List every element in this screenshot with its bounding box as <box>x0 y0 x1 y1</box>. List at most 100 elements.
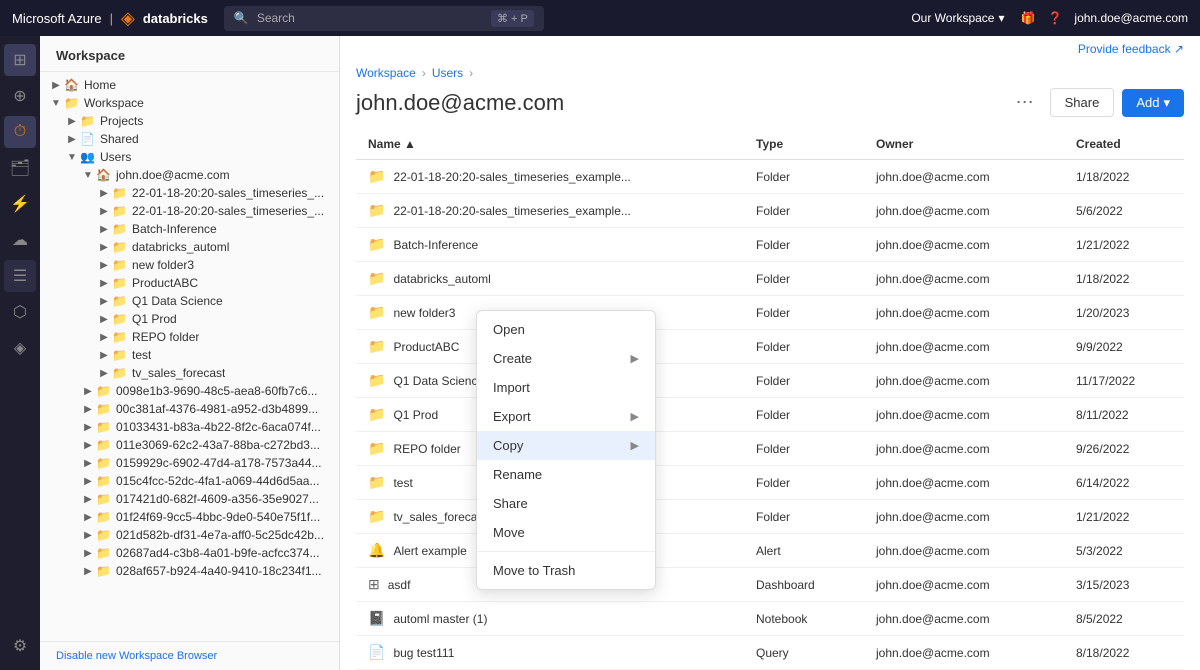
cell-name: 📁 22-01-18-20:20-sales_timeseries_exampl… <box>356 194 744 228</box>
databricks-label: databricks <box>143 11 208 26</box>
cell-created: 1/18/2022 <box>1064 160 1184 194</box>
sidebar-guid-2[interactable]: ▶ 📁 01033431-b83a-4b22-8f2c-6aca074f... <box>40 418 339 436</box>
recents-nav-item[interactable]: ⏱ <box>4 116 36 148</box>
expand-arrow: ▶ <box>64 134 80 145</box>
cell-created: 9/26/2022 <box>1064 432 1184 466</box>
folder-icon: 📁 <box>112 186 128 200</box>
cell-created: 3/15/2023 <box>1064 568 1184 602</box>
sidebar-guid-6[interactable]: ▶ 📁 017421d0-682f-4609-a356-35e9027... <box>40 490 339 508</box>
sidebar-item-shared[interactable]: ▶ 📄 Shared <box>40 130 339 148</box>
sidebar-folder-3[interactable]: ▶ 📁 databricks_automl <box>40 238 339 256</box>
context-menu-export[interactable]: Export ▶ <box>477 402 655 431</box>
file-name-label: Q1 Data Science <box>393 374 484 388</box>
sidebar-folder-5[interactable]: ▶ 📁 ProductABC <box>40 274 339 292</box>
sidebar-item-home[interactable]: ▶ 🏠 Home <box>40 76 339 94</box>
folder-icon: 📁 <box>96 564 112 578</box>
sidebar-folder-4[interactable]: ▶ 📁 new folder3 <box>40 256 339 274</box>
data-nav-item[interactable]: 🗂 <box>4 152 36 184</box>
sidebar-folder-7[interactable]: ▶ 📁 Q1 Prod <box>40 310 339 328</box>
disable-browser-label: Disable new Workspace Browser <box>56 650 217 662</box>
sidebar-guid-10[interactable]: ▶ 📁 028af657-b924-4a40-9410-18c234f1... <box>40 562 339 580</box>
folder-icon: 📁 <box>96 546 112 560</box>
search-bar[interactable]: 🔍 Search ⌘ + P <box>224 6 544 31</box>
folder-label: tv_sales_forecast <box>132 366 225 380</box>
share-button[interactable]: Share <box>1050 88 1115 117</box>
expand-arrow: ▶ <box>64 116 80 127</box>
help-icon[interactable]: ❓ <box>1047 11 1062 25</box>
workspace-switcher[interactable]: Our Workspace ▾ <box>911 11 1004 25</box>
cell-owner: john.doe@acme.com <box>864 228 1064 262</box>
sidebar-folder-1[interactable]: ▶ 📁 22-01-18-20:20-sales_timeseries_... <box>40 202 339 220</box>
sidebar-folder-10[interactable]: ▶ 📁 tv_sales_forecast <box>40 364 339 382</box>
add-button[interactable]: Add ▾ <box>1122 89 1184 117</box>
col-created[interactable]: Created <box>1064 129 1184 160</box>
sidebar-item-projects[interactable]: ▶ 📁 Projects <box>40 112 339 130</box>
context-menu-import[interactable]: Import <box>477 373 655 402</box>
query-icon: 📄 <box>368 644 385 661</box>
sidebar-guid-0[interactable]: ▶ 📁 0098e1b3-9690-48c5-aea8-60fb7c6... <box>40 382 339 400</box>
workflows-nav-item[interactable]: ⚡ <box>4 188 36 220</box>
files-table-container: Name ▲ Type Owner Created 📁 22-01-18-20:… <box>340 129 1200 670</box>
table-row[interactable]: 📄 bug test111 Query john.doe@acme.com 8/… <box>356 636 1184 670</box>
sidebar-guid-1[interactable]: ▶ 📁 00c381af-4376-4981-a952-d3b4899... <box>40 400 339 418</box>
sidebar-guid-7[interactable]: ▶ 📁 01f24f69-9cc5-4bbc-9de0-540e75f1f... <box>40 508 339 526</box>
table-row[interactable]: 📁 Batch-Inference Folder john.doe@acme.c… <box>356 228 1184 262</box>
sidebar-item-user-home[interactable]: ▼ 🏠 john.doe@acme.com <box>40 166 339 184</box>
sidebar-folder-0[interactable]: ▶ 📁 22-01-18-20:20-sales_timeseries_... <box>40 184 339 202</box>
context-copy-label: Copy <box>493 438 523 453</box>
sidebar-folder-2[interactable]: ▶ 📁 Batch-Inference <box>40 220 339 238</box>
col-owner[interactable]: Owner <box>864 129 1064 160</box>
page-title: john.doe@acme.com <box>356 90 1000 116</box>
expand-arrow: ▶ <box>96 368 112 379</box>
search-nav-item[interactable]: ⊕ <box>4 80 36 112</box>
compute-nav-item[interactable]: ☁ <box>4 224 36 256</box>
context-menu-trash[interactable]: Move to Trash <box>477 556 655 585</box>
cell-created: 11/17/2022 <box>1064 364 1184 398</box>
sidebar-item-workspace[interactable]: ▼ 📁 Workspace <box>40 94 339 112</box>
sidebar-folder-8[interactable]: ▶ 📁 REPO folder <box>40 328 339 346</box>
workspace-nav-item[interactable]: ⊞ <box>4 44 36 76</box>
header-actions: Share Add ▾ <box>1050 88 1184 117</box>
table-row[interactable]: 📁 22-01-18-20:20-sales_timeseries_exampl… <box>356 160 1184 194</box>
context-menu-open[interactable]: Open <box>477 315 655 344</box>
sidebar-guid-8[interactable]: ▶ 📁 021d582b-df31-4e7a-aff0-5c25dc42b... <box>40 526 339 544</box>
col-name[interactable]: Name ▲ <box>356 129 744 160</box>
context-menu-copy[interactable]: Copy ▶ <box>477 431 655 460</box>
settings-nav-item[interactable]: ⚙ <box>4 630 36 662</box>
context-menu: Open Create ▶ Import Export ▶ Copy ▶ Ren… <box>476 310 656 590</box>
gift-icon[interactable]: 🎁 <box>1021 11 1036 25</box>
context-menu-move[interactable]: Move <box>477 518 655 547</box>
expand-arrow: ▶ <box>96 278 112 289</box>
expand-arrow: ▶ <box>80 386 96 397</box>
context-export-label: Export <box>493 409 531 424</box>
breadcrumb-users[interactable]: Users <box>432 66 463 80</box>
context-menu-share[interactable]: Share <box>477 489 655 518</box>
sidebar-guid-3[interactable]: ▶ 📁 011e3069-62c2-43a7-88ba-c272bd3... <box>40 436 339 454</box>
context-open-label: Open <box>493 322 525 337</box>
user-email[interactable]: john.doe@acme.com <box>1074 11 1188 25</box>
sidebar-folder-9[interactable]: ▶ 📁 test <box>40 346 339 364</box>
cell-type: Folder <box>744 194 864 228</box>
cell-type: Folder <box>744 466 864 500</box>
breadcrumb-workspace[interactable]: Workspace <box>356 66 416 80</box>
sidebar-folder-6[interactable]: ▶ 📁 Q1 Data Science <box>40 292 339 310</box>
sidebar-guid-9[interactable]: ▶ 📁 02687ad4-c3b8-4a01-b9fe-acfcc374... <box>40 544 339 562</box>
topbar-logo: Microsoft Azure | ◈ databricks <box>12 8 208 29</box>
col-type[interactable]: Type <box>744 129 864 160</box>
folder-icon: 📁 <box>96 510 112 524</box>
context-menu-create[interactable]: Create ▶ <box>477 344 655 373</box>
more-options-button[interactable]: ⋯ <box>1012 88 1038 117</box>
table-row[interactable]: 📓 automl master (1) Notebook john.doe@ac… <box>356 602 1184 636</box>
sidebar-guid-4[interactable]: ▶ 📁 0159929c-6902-47d4-a178-7573a44... <box>40 454 339 472</box>
sidebar-footer[interactable]: Disable new Workspace Browser <box>40 641 339 670</box>
provide-feedback-link[interactable]: Provide feedback ↗ <box>1078 42 1184 56</box>
context-menu-rename[interactable]: Rename <box>477 460 655 489</box>
sidebar-guid-5[interactable]: ▶ 📁 015c4fcc-52dc-4fa1-a069-44d6d5aa... <box>40 472 339 490</box>
experiments-nav-item[interactable]: ⬡ <box>4 296 36 328</box>
sql-nav-item[interactable]: ☰ <box>4 260 36 292</box>
table-row[interactable]: 📁 databricks_automl Folder john.doe@acme… <box>356 262 1184 296</box>
sidebar-item-users[interactable]: ▼ 👥 Users <box>40 148 339 166</box>
table-row[interactable]: 📁 22-01-18-20:20-sales_timeseries_exampl… <box>356 194 1184 228</box>
dashboard-icon: ⊞ <box>368 576 380 593</box>
models-nav-item[interactable]: ◈ <box>4 332 36 364</box>
